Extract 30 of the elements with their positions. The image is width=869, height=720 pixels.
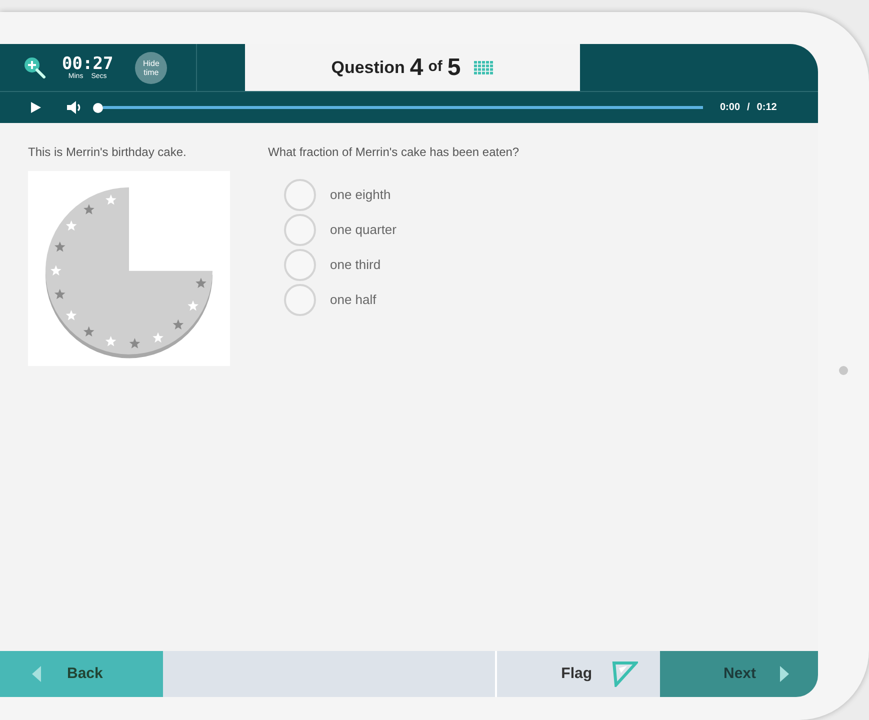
duration-time: 0:12	[756, 101, 777, 115]
elapsed-time: 0:00	[720, 101, 740, 115]
zoom-in-icon[interactable]	[24, 56, 46, 78]
option-label[interactable]: one third	[330, 255, 381, 275]
radio-button[interactable]	[284, 179, 316, 211]
option-label[interactable]: one eighth	[330, 185, 391, 205]
timer-display: 00:27	[62, 56, 114, 72]
total-questions: 5	[447, 52, 461, 82]
radio-button[interactable]	[284, 249, 316, 281]
radio-button[interactable]	[284, 214, 316, 246]
question-label: Question	[331, 56, 405, 79]
question-prompt: What fraction of Merrin's cake has been eaten?	[268, 144, 520, 161]
back-button[interactable]: Back	[0, 651, 163, 697]
stimulus-caption: This is Merrin's birthday cake.	[28, 144, 188, 161]
radio-button[interactable]	[284, 284, 316, 316]
flag-icon	[612, 661, 638, 687]
of-label: of	[428, 57, 442, 78]
hide-time-button[interactable]: Hide time	[135, 52, 168, 84]
right-arrow-icon	[780, 666, 789, 682]
audio-progress-thumb[interactable]	[93, 102, 103, 112]
option-label[interactable]: one half	[330, 290, 376, 310]
option-label[interactable]: one quarter	[330, 220, 396, 240]
play-icon[interactable]	[31, 102, 41, 113]
volume-icon[interactable]	[67, 101, 83, 114]
left-arrow-icon	[32, 666, 41, 682]
grid-icon[interactable]	[474, 60, 494, 74]
next-button[interactable]: Next	[660, 651, 818, 697]
home-button[interactable]	[839, 366, 848, 375]
time-separator: /	[747, 101, 750, 115]
question-number: 4	[410, 52, 424, 82]
